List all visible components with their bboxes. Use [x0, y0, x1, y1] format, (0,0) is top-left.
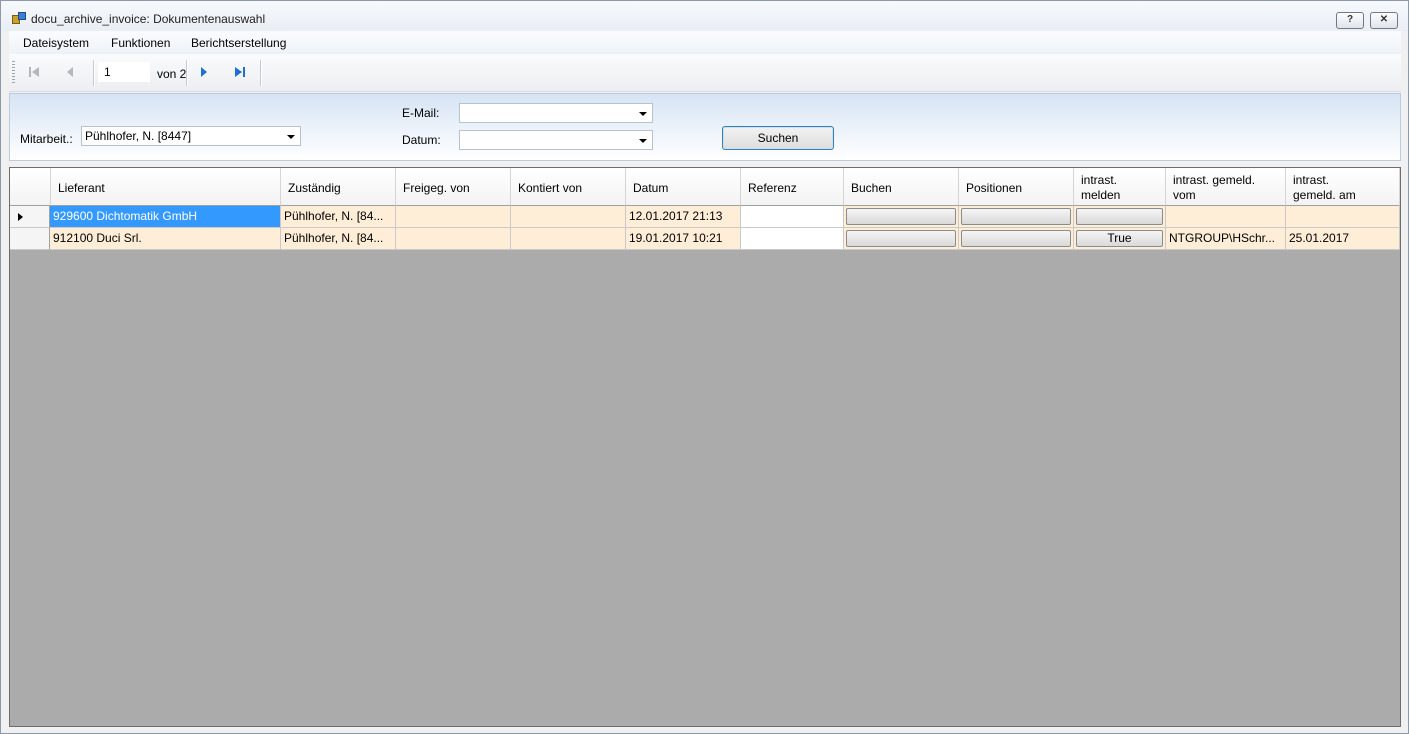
- grid-corner-header: [10, 168, 51, 206]
- current-row-icon: [18, 213, 23, 221]
- cell-positionen: [959, 228, 1074, 250]
- menu-dateisystem[interactable]: Dateisystem: [23, 36, 89, 50]
- menu-funktionen[interactable]: Funktionen: [111, 36, 170, 50]
- email-combo[interactable]: [459, 103, 653, 123]
- datum-label: Datum:: [402, 133, 441, 147]
- help-button[interactable]: ?: [1336, 12, 1364, 29]
- cell-kontiert-von[interactable]: [511, 206, 626, 228]
- col-header-lieferant[interactable]: Lieferant: [51, 168, 281, 206]
- page-number-input[interactable]: [98, 62, 150, 82]
- row-header[interactable]: [10, 228, 50, 250]
- window-title: docu_archive_invoice: Dokumentenauswahl: [31, 12, 266, 26]
- search-button[interactable]: Suchen: [722, 126, 834, 150]
- col-header-freigeg-von[interactable]: Freigeg. von: [396, 168, 511, 206]
- cell-kontiert-von[interactable]: [511, 228, 626, 250]
- cell-buchen: [844, 206, 959, 228]
- cell-datum[interactable]: 19.01.2017 10:21: [626, 228, 741, 250]
- previous-page-icon[interactable]: [63, 65, 77, 79]
- mitarbeit-combo[interactable]: Pühlhofer, N. [8447]: [81, 126, 301, 146]
- col-header-intrast-melden[interactable]: intrast. melden: [1074, 168, 1166, 206]
- col-header-intrast-gemeld-am[interactable]: intrast. gemeld. am: [1286, 168, 1400, 206]
- intrast-melden-button[interactable]: True: [1076, 230, 1163, 247]
- chevron-down-icon[interactable]: [287, 135, 295, 139]
- datum-combo[interactable]: [459, 130, 653, 150]
- page-count-label: von 2: [157, 67, 187, 81]
- close-button[interactable]: ✕: [1370, 12, 1398, 29]
- col-header-zustaendig[interactable]: Zuständig: [281, 168, 396, 206]
- last-page-icon[interactable]: [233, 65, 247, 79]
- col-header-referenz[interactable]: Referenz: [741, 168, 844, 206]
- cell-intrast-gemeld-vom[interactable]: [1166, 206, 1286, 228]
- col-header-buchen[interactable]: Buchen: [844, 168, 959, 206]
- positionen-button[interactable]: [961, 230, 1071, 247]
- cell-intrast-melden: True: [1074, 228, 1166, 250]
- first-page-icon[interactable]: [27, 65, 41, 79]
- toolbar-separator: [186, 60, 188, 86]
- mitarbeit-value: Pühlhofer, N. [8447]: [85, 129, 192, 143]
- navigator-toolbar: von 2: [9, 54, 1401, 92]
- col-header-kontiert-von[interactable]: Kontiert von: [511, 168, 626, 206]
- intrast-melden-button[interactable]: [1076, 208, 1163, 225]
- cell-zustaendig[interactable]: Pühlhofer, N. [84...: [281, 228, 396, 250]
- cell-zustaendig[interactable]: Pühlhofer, N. [84...: [281, 206, 396, 228]
- cell-intrast-gemeld-am[interactable]: [1286, 206, 1400, 228]
- toolbar-separator: [260, 60, 262, 86]
- cell-freigeg-von[interactable]: [396, 206, 511, 228]
- cell-lieferant[interactable]: 912100 Duci Srl.: [50, 228, 281, 250]
- cell-intrast-melden: [1074, 206, 1166, 228]
- buchen-button[interactable]: [846, 208, 956, 225]
- positionen-button[interactable]: [961, 208, 1071, 225]
- cell-datum[interactable]: 12.01.2017 21:13: [626, 206, 741, 228]
- col-header-positionen[interactable]: Positionen: [959, 168, 1074, 206]
- app-icon: [12, 12, 26, 24]
- buchen-button[interactable]: [846, 230, 956, 247]
- chevron-down-icon[interactable]: [639, 112, 647, 116]
- cell-referenz[interactable]: [741, 206, 844, 228]
- chevron-down-icon[interactable]: [639, 139, 647, 143]
- menu-berichtserstellung[interactable]: Berichtserstellung: [191, 36, 286, 50]
- email-label: E-Mail:: [402, 106, 440, 120]
- title-bar: docu_archive_invoice: Dokumentenauswahl …: [1, 1, 1408, 31]
- cell-positionen: [959, 206, 1074, 228]
- main-window: docu_archive_invoice: Dokumentenauswahl …: [0, 0, 1409, 734]
- toolbar-separator: [93, 60, 95, 86]
- cell-intrast-gemeld-am[interactable]: 25.01.2017: [1286, 228, 1400, 250]
- cell-buchen: [844, 228, 959, 250]
- col-header-datum[interactable]: Datum: [626, 168, 741, 206]
- cell-intrast-gemeld-vom[interactable]: NTGROUP\HSchr...: [1166, 228, 1286, 250]
- filter-panel: Mitarbeit.: Pühlhofer, N. [8447] E-Mail:…: [9, 93, 1401, 161]
- toolbar-grip[interactable]: [12, 61, 15, 85]
- cell-lieferant[interactable]: 929600 Dichtomatik GmbH: [50, 206, 281, 228]
- cell-freigeg-von[interactable]: [396, 228, 511, 250]
- row-header[interactable]: [10, 206, 50, 228]
- mitarbeit-label: Mitarbeit.:: [20, 132, 73, 146]
- next-page-icon[interactable]: [197, 65, 211, 79]
- menu-bar: Dateisystem Funktionen Berichtserstellun…: [9, 31, 1401, 54]
- cell-referenz[interactable]: [741, 228, 844, 250]
- documents-grid[interactable]: Lieferant Zuständig Freigeg. von Kontier…: [9, 167, 1401, 727]
- col-header-intrast-gemeld-vom[interactable]: intrast. gemeld. vom: [1166, 168, 1286, 206]
